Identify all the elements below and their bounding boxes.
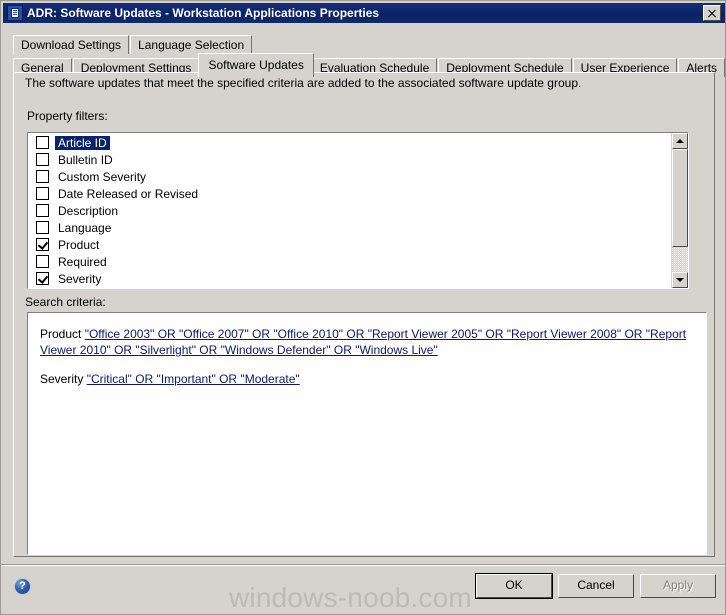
filter-label: Date Released or Revised <box>58 186 199 201</box>
checkbox-icon[interactable] <box>36 272 49 285</box>
filter-label: Custom Severity <box>58 169 147 184</box>
scrollbar-track[interactable] <box>672 149 688 272</box>
help-icon[interactable]: ? <box>14 578 31 595</box>
criteria-key-severity: Severity <box>40 372 84 386</box>
filter-label: Description <box>58 203 119 218</box>
filter-label: Article ID <box>55 135 110 150</box>
filter-row[interactable]: Language <box>28 219 671 236</box>
tab-software-updates[interactable]: Software Updates <box>198 53 314 77</box>
checkbox-icon[interactable] <box>36 187 49 200</box>
properties-dialog: ADR: Software Updates - Workstation Appl… <box>0 0 726 615</box>
filter-label: Product <box>58 237 100 252</box>
properties-document-icon <box>7 5 23 21</box>
close-icon[interactable] <box>703 5 721 21</box>
filter-label: Severity <box>58 271 102 286</box>
property-filters-label: Property filters: <box>27 109 108 123</box>
checkbox-icon[interactable] <box>36 170 49 183</box>
filter-label: Bulletin ID <box>58 152 113 167</box>
checkbox-icon[interactable] <box>36 153 49 166</box>
criteria-value-severity[interactable]: "Critical" OR "Important" OR "Moderate" <box>87 372 300 386</box>
filter-row[interactable]: Severity <box>28 270 671 287</box>
tab-row-secondary: Download Settings Language Selection <box>13 35 253 54</box>
search-criteria-box[interactable]: Product "Office 2003" OR "Office 2007" O… <box>27 312 707 555</box>
watermark: windows-noob.com <box>229 582 472 613</box>
checkbox-icon[interactable] <box>36 204 49 217</box>
tab-language-selection[interactable]: Language Selection <box>130 35 253 54</box>
title-bar: ADR: Software Updates - Workstation Appl… <box>3 3 725 23</box>
apply-button: Apply <box>640 574 716 598</box>
scroll-down-arrow-icon[interactable] <box>672 272 688 288</box>
filter-label: Required <box>58 254 107 269</box>
criteria-key-product: Product <box>40 327 82 341</box>
criteria-row: Product "Office 2003" OR "Office 2007" O… <box>40 326 696 358</box>
criteria-value-product[interactable]: "Office 2003" OR "Office 2007" OR "Offic… <box>40 327 686 357</box>
checkbox-icon[interactable] <box>36 255 49 268</box>
checkbox-icon[interactable] <box>36 136 49 149</box>
filter-row[interactable]: Required <box>28 253 671 270</box>
scrollbar-thumb[interactable] <box>672 149 688 247</box>
panel-description: The software updates that meet the speci… <box>25 76 582 90</box>
filter-row[interactable]: Article ID <box>28 134 671 151</box>
filter-row[interactable]: Custom Severity <box>28 168 671 185</box>
property-filters-list[interactable]: Article ID Bulletin ID Custom Severity Date… <box>27 132 689 289</box>
footer-divider <box>1 564 725 566</box>
checkbox-icon[interactable] <box>36 221 49 234</box>
criteria-row: Severity "Critical" OR "Important" OR "M… <box>40 371 696 387</box>
filter-row[interactable]: Bulletin ID <box>28 151 671 168</box>
window-title: ADR: Software Updates - Workstation Appl… <box>27 6 380 20</box>
checkbox-icon[interactable] <box>36 238 49 251</box>
property-filters-scrollbar[interactable] <box>671 133 688 288</box>
search-criteria-label: Search criteria: <box>25 295 106 309</box>
cancel-button[interactable]: Cancel <box>558 574 634 598</box>
filter-row[interactable]: Product <box>28 236 671 253</box>
property-filters-rows: Article ID Bulletin ID Custom Severity Date… <box>28 133 671 288</box>
scroll-up-arrow-icon[interactable] <box>672 133 688 149</box>
tab-download-settings[interactable]: Download Settings <box>13 35 130 54</box>
filter-label: Language <box>58 220 112 235</box>
filter-row[interactable]: Description <box>28 202 671 219</box>
ok-button[interactable]: OK <box>475 573 553 599</box>
filter-row[interactable]: Date Released or Revised <box>28 185 671 202</box>
